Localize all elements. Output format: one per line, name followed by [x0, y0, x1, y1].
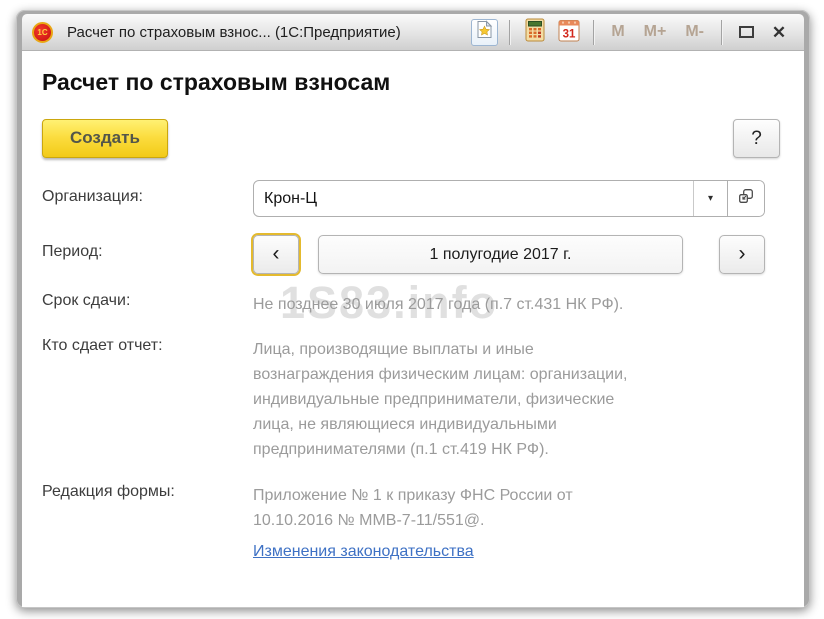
report-form: Организация: ▾ [42, 180, 780, 561]
1c-logo-icon[interactable]: 1С [32, 21, 53, 43]
page-title: Расчет по страховым взносам [42, 69, 391, 95]
who-submits-row: Кто сдает отчет: Лица, производящие выпл… [42, 337, 780, 462]
memory-recall-button[interactable]: M [605, 23, 630, 41]
titlebar: 1С Расчет по страховым взнос... (1С:Пред… [22, 14, 804, 51]
favorites-button[interactable] [471, 18, 499, 46]
calculator-button[interactable] [521, 18, 548, 47]
app-window: 1С Расчет по страховым взнос... (1С:Пред… [16, 10, 810, 608]
period-value-button[interactable]: 1 полугодие 2017 г. [318, 235, 683, 274]
chevron-right-icon: › [738, 241, 746, 265]
form-content: 1S83.info Расчет по страховым взносам Со… [22, 51, 804, 607]
close-icon: ✕ [771, 22, 787, 42]
titlebar-separator [509, 19, 511, 45]
maximize-button[interactable] [733, 19, 759, 45]
titlebar-toolbar: 31 M M+ M- ✕ [471, 18, 792, 47]
period-control: ‹ 1 полугодие 2017 г. › [253, 235, 765, 274]
star-document-icon [476, 20, 493, 44]
window-title: Расчет по страховым взнос... (1С:Предпри… [67, 23, 401, 41]
toolbar: Создать ? [42, 119, 780, 158]
open-picker-icon [738, 188, 754, 209]
organization-row: Организация: ▾ [42, 180, 780, 217]
deadline-value: Не позднее 30 июля 2017 года (п.7 ст.431… [253, 296, 624, 313]
organization-dropdown-button[interactable]: ▾ [693, 181, 727, 216]
chevron-down-icon: ▾ [707, 193, 714, 204]
calendar-icon: 31 [558, 18, 580, 47]
form-edition-row: Редакция формы: Приложение № 1 к приказу… [42, 483, 780, 533]
memory-add-button[interactable]: M+ [638, 23, 673, 41]
titlebar-separator [593, 19, 595, 45]
deadline-row: Срок сдачи: Не позднее 30 июля 2017 года… [42, 292, 780, 317]
chevron-left-icon: ‹ [272, 241, 280, 265]
organization-input[interactable] [254, 181, 693, 216]
who-submits-value: Лица, производящие выплаты и иные вознаг… [253, 341, 628, 458]
form-edition-value: Приложение № 1 к приказу ФНС России от 1… [253, 487, 573, 529]
memory-subtract-button[interactable]: M- [679, 23, 710, 41]
svg-text:31: 31 [562, 28, 575, 40]
titlebar-separator [721, 19, 722, 45]
period-label: Период: [42, 243, 103, 260]
deadline-label: Срок сдачи: [42, 292, 131, 309]
help-button[interactable]: ? [733, 119, 780, 158]
period-row: Период: ‹ 1 полугодие 2017 г. › [42, 235, 780, 274]
period-prev-button[interactable]: ‹ [253, 235, 299, 274]
calculator-icon [525, 18, 545, 47]
period-next-button[interactable]: › [719, 235, 765, 274]
maximize-icon [738, 26, 754, 38]
calendar-button[interactable]: 31 [555, 19, 582, 46]
organization-open-button[interactable] [727, 181, 764, 216]
create-button[interactable]: Создать [42, 119, 168, 158]
law-changes-link[interactable]: Изменения законодательства [253, 543, 474, 561]
who-submits-label: Кто сдает отчет: [42, 337, 163, 354]
organization-field: ▾ [253, 180, 765, 217]
form-edition-label: Редакция формы: [42, 483, 175, 500]
organization-label: Организация: [42, 188, 143, 205]
close-button[interactable]: ✕ [766, 19, 792, 45]
